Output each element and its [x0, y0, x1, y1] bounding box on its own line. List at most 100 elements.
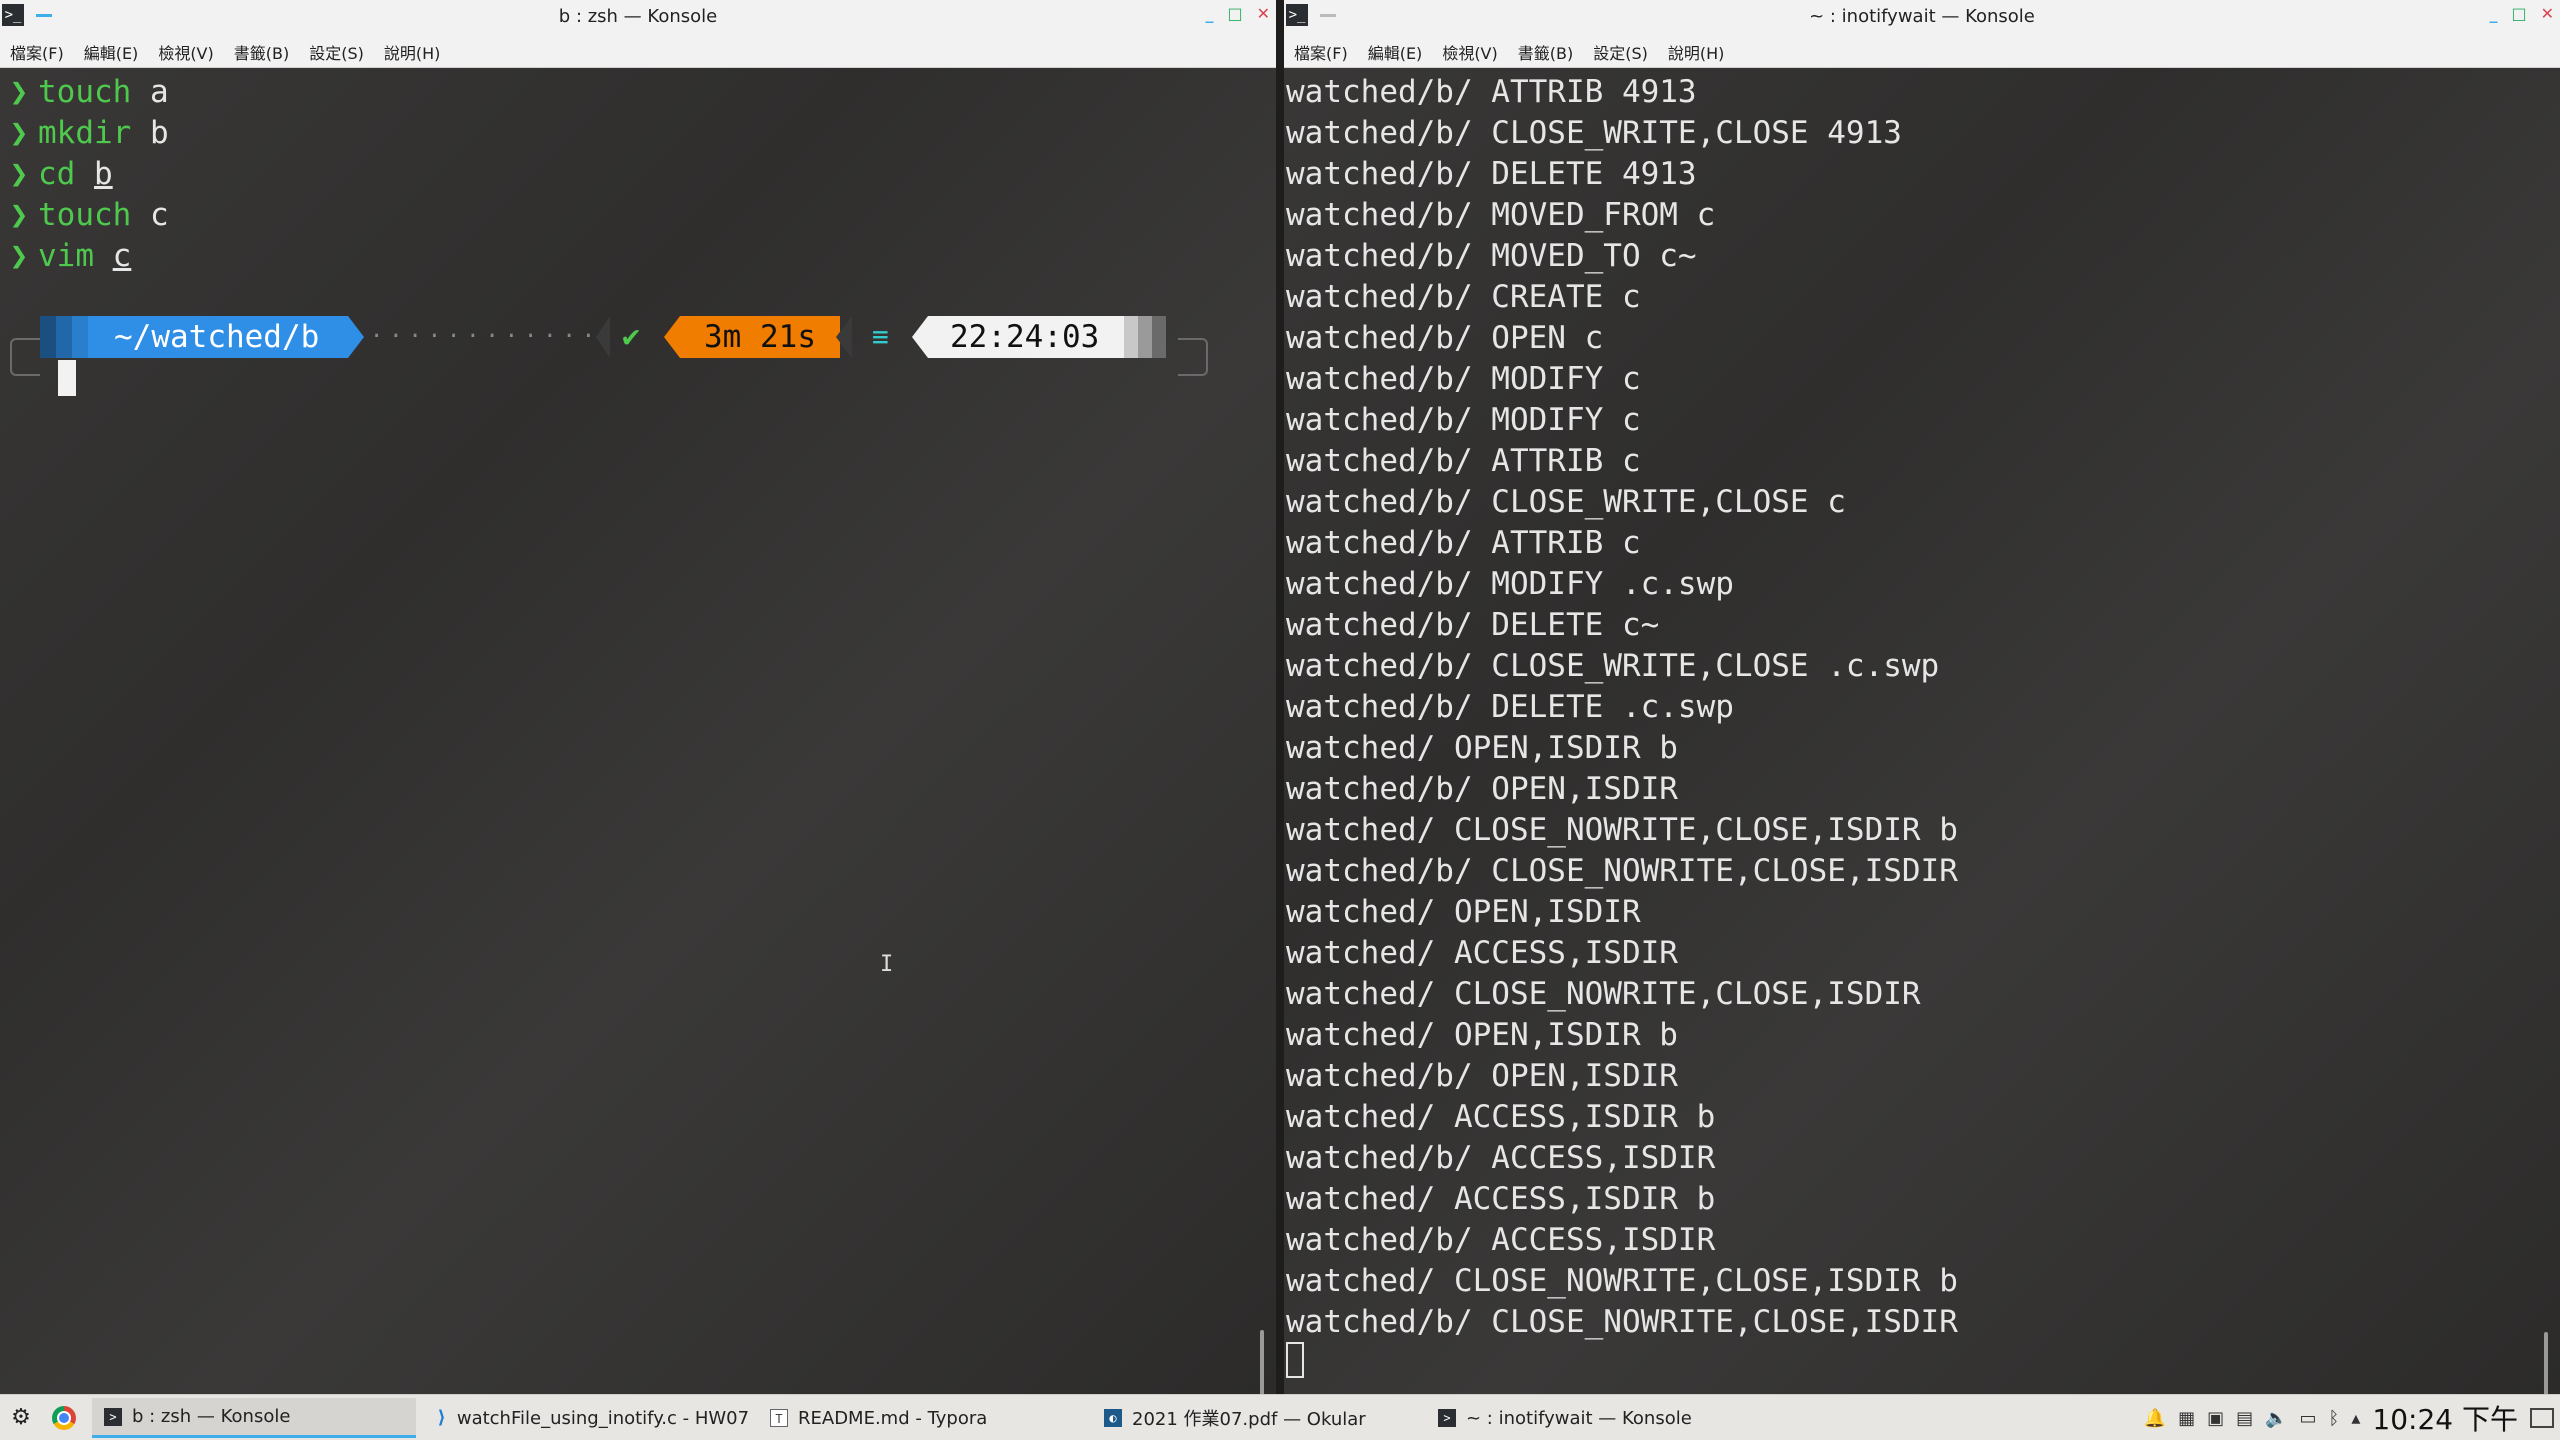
command-line: ❯ touch c — [0, 195, 169, 236]
prompt-chevron-icon: ❯ — [9, 115, 29, 151]
left-titlebar[interactable]: >_ b : zsh — Konsole _ □ ✕ — [0, 0, 1276, 36]
command-arg: b — [150, 115, 169, 151]
network-icon[interactable]: ▭ — [2300, 1408, 2317, 1429]
right-konsole-window[interactable]: >_ ~ : inotifywait — Konsole _ □ ✕ 檔案(F)… — [1284, 0, 2560, 1394]
task-zsh-konsole[interactable]: > b : zsh — Konsole — [92, 1398, 416, 1438]
duration-arrow — [664, 316, 680, 358]
menu-settings[interactable]: 設定(S) — [1593, 40, 1648, 64]
task-label: watchFile_using_inotify.c - HW07 - ... — [456, 1407, 750, 1429]
menu-view[interactable]: 檢視(V) — [158, 40, 213, 64]
typora-icon: T — [770, 1409, 788, 1427]
menu-help[interactable]: 說明(H) — [384, 40, 441, 64]
command-arg: c — [150, 197, 169, 233]
time-tail — [1124, 316, 1166, 358]
log-line: watched/ OPEN,ISDIR — [1286, 894, 1641, 930]
log-line: watched/b/ OPEN c — [1286, 320, 1604, 356]
menu-bookmarks[interactable]: 書籤(B) — [234, 40, 289, 64]
clipboard-icon[interactable]: ▤ — [2236, 1408, 2253, 1429]
time-arrow — [912, 316, 928, 358]
menu-edit[interactable]: 編輯(E) — [84, 40, 139, 64]
log-line: watched/b/ CLOSE_NOWRITE,CLOSE,ISDIR — [1286, 853, 1958, 889]
prompt-chevron-icon: ❯ — [9, 74, 29, 110]
log-line: watched/b/ ATTRIB c — [1286, 525, 1641, 561]
show-desktop-icon[interactable] — [2530, 1408, 2554, 1428]
log-line: watched/b/ ATTRIB c — [1286, 443, 1641, 479]
log-line: watched/ ACCESS,ISDIR b — [1286, 1099, 1716, 1135]
close-icon[interactable]: ✕ — [1257, 4, 1270, 23]
menu-settings[interactable]: 設定(S) — [309, 40, 364, 64]
log-line: watched/ ACCESS,ISDIR b — [1286, 1181, 1716, 1217]
volume-icon[interactable]: 🔈 — [2265, 1408, 2287, 1429]
task-label: ~ : inotifywait — Konsole — [1466, 1407, 1692, 1429]
clock[interactable]: 10:24 下午 — [2372, 1398, 2518, 1438]
notifications-icon[interactable]: 🔔 — [2144, 1408, 2166, 1429]
maximize-icon[interactable]: □ — [1227, 4, 1242, 23]
left-terminal[interactable]: ❯ touch a ❯ mkdir b ❯ cd b ❯ touch c ❯ vim c … — [0, 68, 1276, 1394]
log-line: watched/b/ ATTRIB 4913 — [1286, 74, 1697, 110]
right-titlebar[interactable]: >_ ~ : inotifywait — Konsole _ □ ✕ — [1284, 0, 2560, 36]
scrollbar[interactable] — [1260, 1330, 1264, 1394]
text-cursor — [1286, 1342, 1304, 1378]
text-cursor — [58, 360, 76, 396]
log-line: watched/ CLOSE_NOWRITE,CLOSE,ISDIR — [1286, 976, 1921, 1012]
command-history: ❯ touch a ❯ mkdir b ❯ cd b ❯ touch c ❯ vim c — [0, 72, 169, 277]
log-line: watched/b/ MODIFY c — [1286, 402, 1641, 438]
status-arrow — [596, 316, 610, 358]
window-divider — [1276, 0, 1284, 1394]
left-menubar: 檔案(F) 編輯(E) 檢視(V) 書籤(B) 設定(S) 說明(H) — [0, 36, 1276, 68]
okular-icon: ◐ — [1104, 1409, 1122, 1427]
menu-edit[interactable]: 編輯(E) — [1368, 40, 1423, 64]
command-name: vim — [38, 238, 94, 274]
log-line: watched/b/ OPEN,ISDIR — [1286, 1058, 1678, 1094]
chrome-icon[interactable] — [52, 1406, 76, 1430]
directory-arrow — [348, 316, 364, 358]
duration-segment: 3m 21s — [680, 316, 840, 358]
window-title: b : zsh — Konsole — [558, 6, 718, 27]
app-launcher-icon[interactable]: ⚙ — [8, 1405, 34, 1431]
log-line: watched/b/ DELETE .c.swp — [1286, 689, 1734, 725]
input-method-icon[interactable]: ▦ — [2178, 1408, 2195, 1429]
command-name: mkdir — [38, 115, 132, 151]
log-line: watched/b/ MODIFY .c.swp — [1286, 566, 1734, 602]
minimize-icon[interactable]: _ — [1205, 4, 1213, 23]
command-line: ❯ mkdir b — [0, 113, 169, 154]
prompt-chevron-icon: ❯ — [9, 238, 29, 274]
tray-expand-icon[interactable]: ▴ — [2351, 1408, 2360, 1429]
menu-view[interactable]: 檢視(V) — [1442, 40, 1497, 64]
log-line: watched/b/ MODIFY c — [1286, 361, 1641, 397]
maximize-icon[interactable]: □ — [2511, 4, 2526, 23]
time-segment: 22:24:03 — [928, 316, 1124, 358]
menu-help[interactable]: 說明(H) — [1668, 40, 1725, 64]
log-line: watched/b/ ACCESS,ISDIR — [1286, 1140, 1716, 1176]
close-icon[interactable]: ✕ — [2541, 4, 2554, 23]
bluetooth-icon[interactable]: ᛒ — [2329, 1408, 2340, 1429]
log-line: watched/b/ CLOSE_WRITE,CLOSE c — [1286, 484, 1846, 520]
task-typora[interactable]: T README.md - Typora — [758, 1398, 1084, 1438]
left-konsole-window[interactable]: >_ b : zsh — Konsole _ □ ✕ 檔案(F) 編輯(E) 檢… — [0, 0, 1276, 1394]
command-arg: b — [94, 156, 113, 192]
menu-file[interactable]: 檔案(F) — [1294, 40, 1348, 64]
command-name: cd — [38, 156, 76, 192]
log-line: watched/b/ CLOSE_NOWRITE,CLOSE,ISDIR — [1286, 1304, 1958, 1340]
minimize-icon[interactable]: _ — [2489, 4, 2497, 23]
command-line: ❯ touch a — [0, 72, 169, 113]
task-vscode[interactable]: ⟩ watchFile_using_inotify.c - HW07 - ... — [424, 1398, 750, 1438]
command-line: ❯ vim c — [0, 236, 169, 277]
log-line: watched/ ACCESS,ISDIR — [1286, 935, 1678, 971]
check-icon: ✔ — [622, 319, 641, 354]
command-name: touch — [38, 74, 132, 110]
task-inotifywait-konsole[interactable]: > ~ : inotifywait — Konsole — [1426, 1398, 1752, 1438]
task-okular[interactable]: ◐ 2021 作業07.pdf — Okular — [1092, 1398, 1418, 1438]
duration-tail — [836, 316, 852, 358]
menu-file[interactable]: 檔案(F) — [10, 40, 64, 64]
log-line: watched/ OPEN,ISDIR b — [1286, 1017, 1678, 1053]
scrollbar[interactable] — [2544, 1332, 2548, 1394]
right-terminal[interactable]: watched/b/ ATTRIB 4913 watched/b/ CLOSE_W… — [1284, 68, 2560, 1394]
os-segment — [40, 316, 88, 358]
prompt-frame-left — [10, 338, 40, 376]
menu-bookmarks[interactable]: 書籤(B) — [1518, 40, 1573, 64]
right-menubar: 檔案(F) 編輯(E) 檢視(V) 書籤(B) 設定(S) 說明(H) — [1284, 36, 2560, 68]
log-line: watched/ OPEN,ISDIR b — [1286, 730, 1678, 766]
system-tray: 🔔 ▦ ▣ ▤ 🔈 ▭ ᛒ ▴ 10:24 下午 — [2144, 1395, 2554, 1440]
input-method-alt-icon[interactable]: ▣ — [2207, 1408, 2224, 1429]
